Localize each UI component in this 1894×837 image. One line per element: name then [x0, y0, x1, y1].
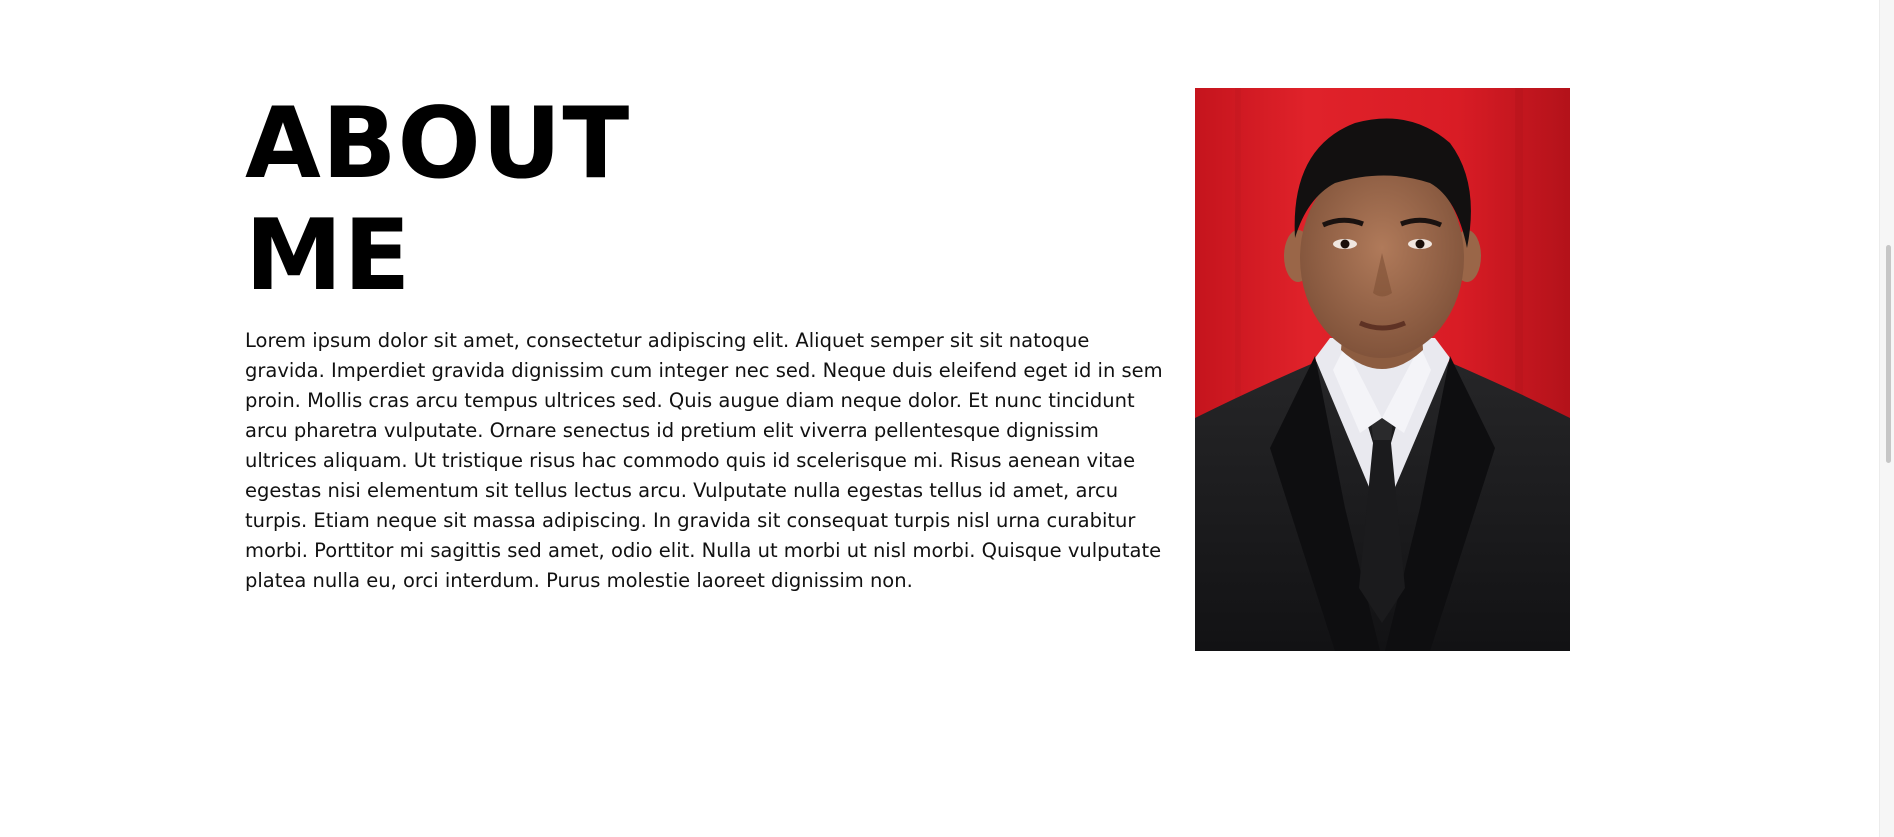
about-heading-line-1: ABOUT: [245, 87, 631, 201]
about-heading: ABOUT ME: [245, 88, 630, 312]
scrollbar-thumb[interactable]: [1886, 245, 1891, 463]
page: ABOUT ME Lorem ipsum dolor sit amet, con…: [0, 0, 1894, 837]
profile-photo: [1195, 88, 1570, 651]
about-section: ABOUT ME Lorem ipsum dolor sit amet, con…: [245, 88, 1570, 651]
about-heading-line-2: ME: [245, 199, 412, 313]
vertical-scrollbar[interactable]: [1879, 0, 1894, 837]
about-paragraph: Lorem ipsum dolor sit amet, consectetur …: [245, 329, 1163, 592]
